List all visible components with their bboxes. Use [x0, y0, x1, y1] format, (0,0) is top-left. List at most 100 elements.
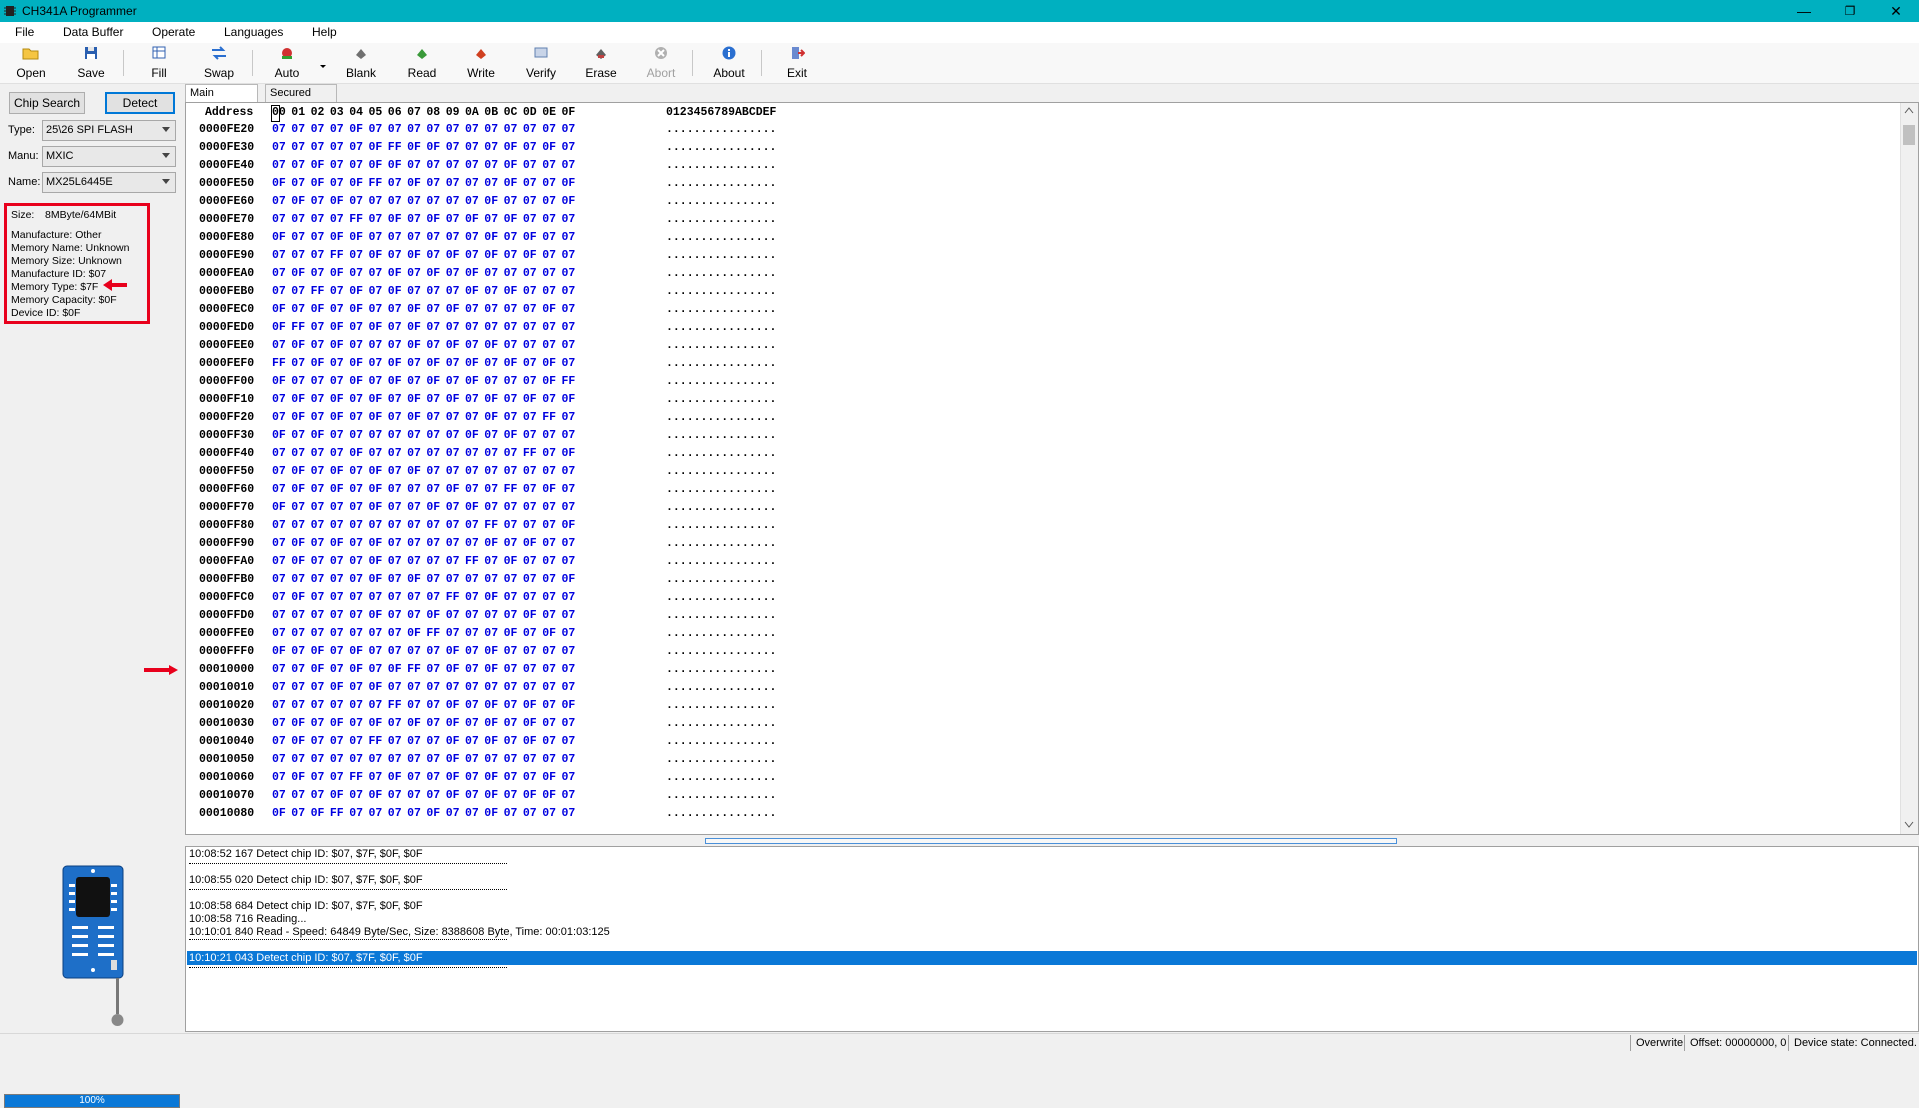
hex-byte[interactable]: 0F [369, 501, 383, 514]
hex-byte[interactable]: 07 [426, 339, 440, 352]
hex-byte[interactable]: 07 [446, 375, 460, 388]
chevron-up-icon[interactable] [1904, 106, 1914, 114]
hex-byte[interactable]: 07 [272, 681, 286, 694]
hex-byte[interactable]: 07 [407, 447, 421, 460]
hex-byte[interactable]: 07 [388, 555, 402, 568]
hex-byte[interactable]: 07 [523, 501, 537, 514]
hex-byte[interactable]: 07 [523, 519, 537, 532]
hex-byte[interactable]: 07 [542, 339, 556, 352]
hex-byte[interactable]: 07 [426, 753, 440, 766]
hex-byte[interactable]: FF [504, 483, 518, 496]
hex-byte[interactable]: FF [465, 555, 479, 568]
hex-byte[interactable]: 0F [330, 411, 344, 424]
hex-row[interactable]: 0000FE80 0F 07 07 0F 0F 07 07 07 07 07 07 0F 07 0F 07 07… [186, 231, 1886, 249]
hex-byte[interactable]: 07 [369, 303, 383, 316]
hex-byte[interactable]: 07 [349, 699, 363, 712]
hex-byte[interactable]: 0F [426, 357, 440, 370]
hex-byte[interactable]: FF [311, 285, 325, 298]
hex-byte[interactable]: 0F [272, 429, 286, 442]
hex-byte[interactable]: 07 [465, 735, 479, 748]
hex-byte[interactable]: 07 [407, 231, 421, 244]
hex-byte[interactable]: 07 [562, 807, 576, 820]
hex-byte[interactable]: 0F [523, 537, 537, 550]
hex-byte[interactable]: 07 [407, 501, 421, 514]
hex-byte[interactable]: 0F [369, 465, 383, 478]
hex-byte[interactable]: 0F [330, 537, 344, 550]
hex-byte[interactable]: 07 [523, 465, 537, 478]
fill-button[interactable]: Fill [139, 44, 179, 82]
hex-byte[interactable]: 07 [369, 213, 383, 226]
hex-byte[interactable]: 0F [484, 771, 498, 784]
hex-row[interactable]: 0000FE70 07 07 07 07 FF 07 0F 07 0F 07 0F 07 0F 07 07 07… [186, 213, 1886, 231]
hex-byte[interactable]: 07 [523, 177, 537, 190]
hex-byte[interactable]: 07 [542, 501, 556, 514]
hex-byte[interactable]: 07 [542, 393, 556, 406]
hex-byte[interactable]: 0F [407, 465, 421, 478]
hex-byte[interactable]: 07 [369, 267, 383, 280]
hex-byte[interactable]: 07 [465, 537, 479, 550]
hex-byte[interactable]: 07 [465, 339, 479, 352]
hex-byte[interactable]: 0F [446, 771, 460, 784]
hex-byte[interactable]: 07 [407, 645, 421, 658]
hex-byte[interactable]: 07 [446, 357, 460, 370]
hex-byte[interactable]: 07 [446, 321, 460, 334]
hex-byte[interactable]: 0F [407, 411, 421, 424]
hex-byte[interactable]: 07 [272, 159, 286, 172]
hex-byte[interactable]: FF [349, 213, 363, 226]
hex-byte[interactable]: 07 [446, 519, 460, 532]
hex-byte[interactable]: 07 [311, 321, 325, 334]
hex-byte[interactable]: 0F [311, 807, 325, 820]
hex-row[interactable]: 0000FF80 07 07 07 07 07 07 07 07 07 07 07 FF 07 07 07 0F… [186, 519, 1886, 537]
hex-byte[interactable]: 0F [542, 357, 556, 370]
hex-byte[interactable]: 07 [504, 699, 518, 712]
hex-byte[interactable]: 07 [542, 555, 556, 568]
hex-byte[interactable]: 07 [272, 213, 286, 226]
hex-byte[interactable]: 07 [446, 141, 460, 154]
hex-byte[interactable]: 07 [446, 267, 460, 280]
hex-byte[interactable]: 0F [349, 303, 363, 316]
hex-byte[interactable]: 0F [349, 447, 363, 460]
hex-byte[interactable]: 07 [504, 303, 518, 316]
hex-byte[interactable]: 07 [504, 231, 518, 244]
hex-byte[interactable]: 07 [349, 717, 363, 730]
hex-byte[interactable]: 07 [369, 663, 383, 676]
hex-byte[interactable]: 0F [562, 195, 576, 208]
hex-byte[interactable]: 07 [388, 465, 402, 478]
hex-byte[interactable]: 07 [369, 339, 383, 352]
auto-dropdown-button[interactable] [318, 44, 328, 82]
hex-byte[interactable]: 0F [388, 771, 402, 784]
hex-byte[interactable]: 07 [426, 591, 440, 604]
write-button[interactable]: Write [460, 44, 502, 82]
hex-byte[interactable]: 07 [426, 285, 440, 298]
hex-byte[interactable]: 07 [562, 627, 576, 640]
hex-byte[interactable]: 07 [291, 681, 305, 694]
log-entry[interactable]: 10:10:21 043 Detect chip ID: $07, $7F, $… [189, 952, 423, 964]
hex-byte[interactable]: 07 [465, 465, 479, 478]
menu-file[interactable]: File [15, 25, 34, 39]
hex-byte[interactable]: 0F [388, 213, 402, 226]
hex-byte[interactable]: 07 [542, 717, 556, 730]
hex-byte[interactable]: 07 [523, 627, 537, 640]
minimize-button[interactable]: — [1781, 0, 1827, 22]
hex-byte[interactable]: 07 [291, 159, 305, 172]
hex-byte[interactable]: 0F [407, 249, 421, 262]
hex-byte[interactable]: 07 [291, 231, 305, 244]
hex-byte[interactable]: 0F [349, 663, 363, 676]
hex-byte[interactable]: 07 [562, 411, 576, 424]
hex-byte[interactable]: 07 [542, 231, 556, 244]
hex-byte[interactable]: 07 [562, 465, 576, 478]
hex-byte[interactable]: 07 [504, 447, 518, 460]
hex-byte[interactable]: 07 [330, 303, 344, 316]
hex-byte[interactable]: 07 [523, 681, 537, 694]
hex-byte[interactable]: 07 [330, 699, 344, 712]
menu-help[interactable]: Help [312, 25, 337, 39]
hex-byte[interactable]: 07 [349, 339, 363, 352]
hex-byte[interactable]: 07 [311, 483, 325, 496]
hex-byte[interactable]: 0F [369, 411, 383, 424]
hex-byte[interactable]: 0F [369, 789, 383, 802]
hex-byte[interactable]: 07 [484, 285, 498, 298]
hex-byte[interactable]: FF [291, 321, 305, 334]
hex-byte[interactable]: 07 [446, 231, 460, 244]
verify-button[interactable]: Verify [520, 44, 562, 82]
hex-byte[interactable]: 07 [446, 537, 460, 550]
